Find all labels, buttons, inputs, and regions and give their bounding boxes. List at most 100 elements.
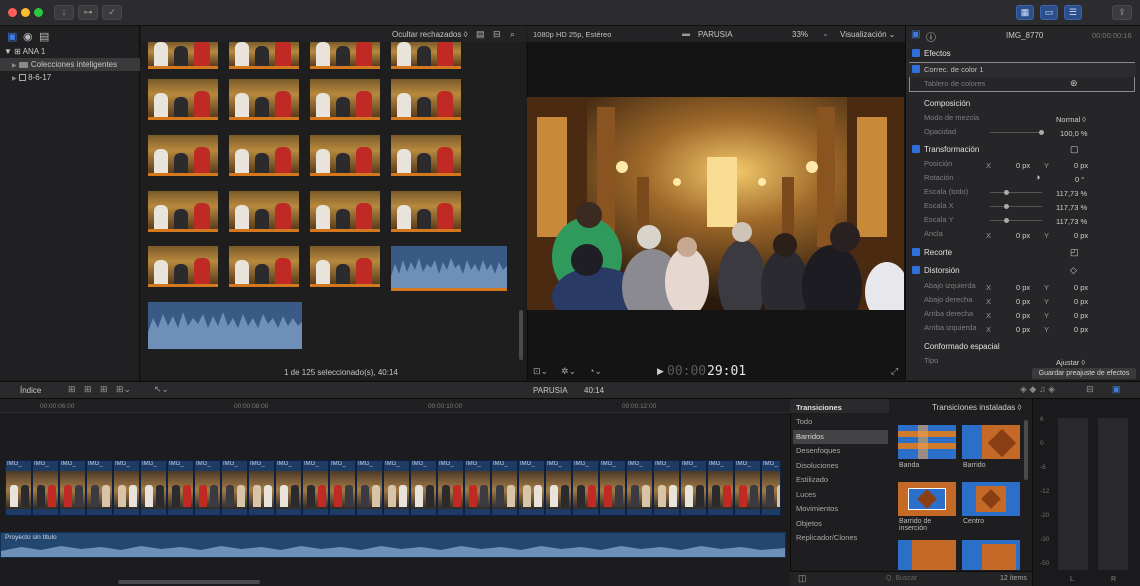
- scale-x-knob[interactable]: [1004, 204, 1009, 209]
- append-clip-icon[interactable]: ⊞: [100, 384, 108, 395]
- corner-x-value[interactable]: 0 px: [1016, 325, 1030, 334]
- clip-thumbnail[interactable]: [148, 79, 218, 120]
- transform-onscreen-icon[interactable]: ▢: [1070, 144, 1079, 155]
- scale-y-value[interactable]: 117,73 %: [1056, 217, 1087, 226]
- clip-thumbnail[interactable]: [310, 135, 380, 176]
- timeline-clip[interactable]: IMG_: [707, 460, 734, 516]
- corner-x-value[interactable]: 0 px: [1016, 283, 1030, 292]
- transition-banda-thumb[interactable]: [898, 425, 956, 459]
- clip-thumbnail[interactable]: [229, 79, 299, 120]
- clip-thumbnail[interactable]: [148, 246, 218, 287]
- background-tasks-button[interactable]: ✓: [102, 5, 122, 20]
- clip-thumbnail[interactable]: [310, 246, 380, 287]
- clip-thumbnail[interactable]: [148, 191, 218, 232]
- zoom-window-button[interactable]: [34, 8, 43, 17]
- connect-clip-icon[interactable]: ⊞: [68, 384, 76, 395]
- skimming-icon[interactable]: ◈ ◆ ♫ ◈: [1020, 384, 1055, 395]
- anchor-x-value[interactable]: 0 px: [1016, 231, 1030, 240]
- scale-all-slider[interactable]: [990, 192, 1042, 193]
- rotation-dial-icon[interactable]: ◑: [1035, 172, 1040, 182]
- import-button[interactable]: ↓: [54, 5, 74, 20]
- timecode[interactable]: 29:01: [707, 364, 746, 379]
- play-button[interactable]: ▶: [657, 366, 664, 377]
- transform-section[interactable]: Transformación: [906, 143, 1136, 157]
- clip-thumbnail[interactable]: [229, 42, 299, 69]
- scale-all-value[interactable]: 117,73 %: [1056, 189, 1087, 198]
- close-window-button[interactable]: [8, 8, 17, 17]
- library-item-ana1[interactable]: ▼ ⊞ ANA 1: [0, 45, 140, 58]
- viewer-display-icon[interactable]: ⊡⌄: [533, 366, 548, 377]
- corner-y-value[interactable]: 0 px: [1074, 283, 1088, 292]
- save-effects-preset-button[interactable]: Guardar preajuste de efectos: [1032, 368, 1136, 379]
- timeline-clip[interactable]: IMG_: [221, 460, 248, 516]
- timeline-clip[interactable]: IMG_: [383, 460, 410, 516]
- color-board-row[interactable]: Tablero de colores: [906, 77, 1136, 91]
- clip-appearance-icon[interactable]: ⊟: [1086, 384, 1094, 395]
- clip-thumbnail[interactable]: [229, 135, 299, 176]
- transition-category[interactable]: Estilizado: [793, 473, 888, 487]
- keywords-button[interactable]: ⊶: [78, 5, 98, 20]
- checkbox-icon[interactable]: [912, 248, 920, 256]
- timeline-clip[interactable]: IMG_: [194, 460, 221, 516]
- transition-category[interactable]: Replicador/Clones: [793, 531, 888, 545]
- position-y-value[interactable]: 0 px: [1074, 161, 1088, 170]
- clip-thumbnail[interactable]: [229, 191, 299, 232]
- sidebar-toggle-icon[interactable]: ◫: [798, 573, 807, 584]
- timeline-clip[interactable]: IMG_: [167, 460, 194, 516]
- filter-dropdown[interactable]: Ocultar rechazados ◊: [392, 30, 468, 39]
- timeline-ruler[interactable]: [0, 399, 790, 413]
- checkbox-icon[interactable]: [912, 65, 920, 73]
- clip-thumbnail[interactable]: [391, 191, 461, 232]
- timeline-clip[interactable]: IMG_: [410, 460, 437, 516]
- opacity-value[interactable]: 100,0 %: [1060, 129, 1088, 138]
- transitions-scrollbar[interactable]: [1024, 420, 1028, 480]
- audio-clip-thumb-2[interactable]: [148, 302, 302, 349]
- transition-category[interactable]: Luces: [793, 488, 888, 502]
- checkbox-icon[interactable]: [912, 49, 920, 57]
- list-view-icon[interactable]: ▤: [476, 29, 485, 40]
- fullscreen-icon[interactable]: ⤢: [891, 366, 898, 377]
- timeline-clip[interactable]: IMG_: [626, 460, 653, 516]
- video-inspector-icon[interactable]: ▣: [911, 29, 920, 40]
- effects-browser-icon[interactable]: ▣: [1112, 384, 1121, 395]
- corner-y-value[interactable]: 0 px: [1074, 297, 1088, 306]
- installed-transitions-dropdown[interactable]: Transiciones instaladas ◊: [932, 403, 1021, 412]
- share-button[interactable]: ⇪: [1112, 5, 1132, 20]
- corner-y-value[interactable]: 0 px: [1074, 311, 1088, 320]
- transition-category[interactable]: Desenfoques: [793, 444, 888, 458]
- timeline-clip[interactable]: IMG_: [545, 460, 572, 516]
- transition-centro-thumb[interactable]: [962, 482, 1020, 516]
- distortion-section[interactable]: Distorsión: [906, 264, 1136, 278]
- effects-section[interactable]: Efectos: [906, 47, 1136, 61]
- audio-clip[interactable]: Proyecto sin título: [0, 532, 786, 558]
- minimize-window-button[interactable]: [21, 8, 30, 17]
- corner-x-value[interactable]: 0 px: [1016, 311, 1030, 320]
- timeline-clip[interactable]: IMG_: [86, 460, 113, 516]
- audio-clip-thumb[interactable]: [391, 246, 507, 291]
- clip-thumbnail[interactable]: [391, 135, 461, 176]
- library-item-smart-collections[interactable]: ▶ Colecciones inteligentes: [0, 58, 140, 71]
- timeline-clip[interactable]: IMG_: [518, 460, 545, 516]
- clip-thumbnail[interactable]: [148, 42, 218, 69]
- blend-mode-dropdown[interactable]: Normal ◊: [1056, 115, 1086, 124]
- timeline-clip[interactable]: IMG_: [437, 460, 464, 516]
- transition-thumb-5[interactable]: [898, 540, 956, 570]
- speed-icon[interactable]: ◔⌄: [589, 366, 602, 377]
- titles-icon[interactable]: ▤: [39, 30, 49, 43]
- transition-category[interactable]: Disoluciones: [793, 459, 888, 473]
- timeline-clip[interactable]: IMG_: [113, 460, 140, 516]
- scale-x-slider[interactable]: [990, 206, 1042, 207]
- scale-x-value[interactable]: 117,73 %: [1056, 203, 1087, 212]
- timeline-clip[interactable]: IMG_: [653, 460, 680, 516]
- timeline-clip[interactable]: IMG_: [734, 460, 761, 516]
- clip-thumbnail[interactable]: [148, 135, 218, 176]
- timeline-scrollbar[interactable]: [118, 580, 260, 584]
- distort-onscreen-icon[interactable]: ◇: [1070, 265, 1077, 276]
- crop-section[interactable]: Recorte: [906, 246, 1136, 260]
- opacity-slider[interactable]: [990, 132, 1042, 133]
- clip-appearance-icon[interactable]: ⊟: [493, 29, 501, 40]
- timeline-clip[interactable]: IMG_: [275, 460, 302, 516]
- timeline-clip[interactable]: IMG_: [59, 460, 86, 516]
- inspector-toggle-button[interactable]: ☰: [1064, 5, 1082, 20]
- search-icon[interactable]: ⌕: [510, 29, 515, 40]
